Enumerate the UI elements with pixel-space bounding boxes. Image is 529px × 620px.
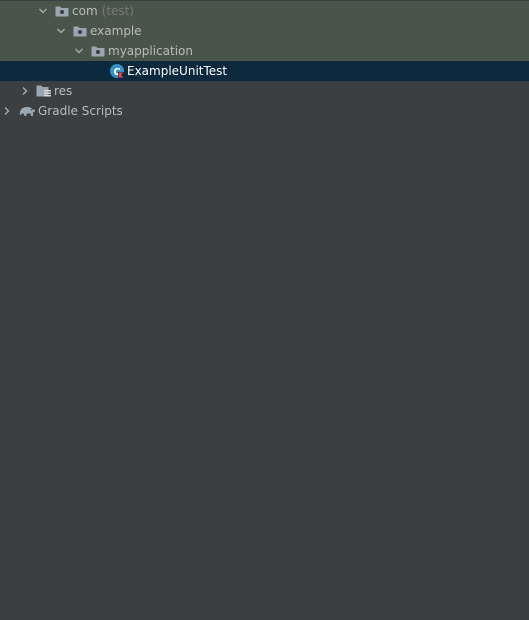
- tree-node-label: Gradle Scripts: [38, 104, 123, 118]
- package-folder-icon: [72, 23, 88, 39]
- package-folder-icon: [90, 43, 106, 59]
- chevron-down-icon[interactable]: [55, 25, 67, 37]
- package-folder-icon: [54, 3, 70, 19]
- gradle-elephant-icon: [18, 103, 36, 119]
- project-tree: com (test) example myapplication C Examp…: [0, 0, 529, 620]
- tree-node-label: example: [90, 24, 142, 38]
- tree-node-label: myapplication: [108, 44, 193, 58]
- chevron-right-icon[interactable]: [19, 85, 31, 97]
- tree-node-gradle-scripts[interactable]: Gradle Scripts: [0, 101, 529, 121]
- tree-node-suffix: (test): [101, 4, 135, 18]
- chevron-right-icon[interactable]: [1, 105, 13, 117]
- chevron-down-icon[interactable]: [73, 45, 85, 57]
- chevron-down-icon[interactable]: [37, 5, 49, 17]
- tree-node-label: ExampleUnitTest: [127, 64, 228, 78]
- resource-folder-icon: [36, 83, 52, 99]
- tree-node-com[interactable]: com (test): [0, 1, 529, 21]
- tree-node-label: com: [72, 4, 98, 18]
- kotlin-test-class-icon: C: [109, 63, 125, 79]
- tree-node-res[interactable]: res: [0, 81, 529, 101]
- tree-node-example[interactable]: example: [0, 21, 529, 41]
- tree-node-myapplication[interactable]: myapplication: [0, 41, 529, 61]
- tree-node-label: res: [54, 84, 73, 98]
- tree-node-exampleunittest[interactable]: C ExampleUnitTest: [0, 61, 529, 81]
